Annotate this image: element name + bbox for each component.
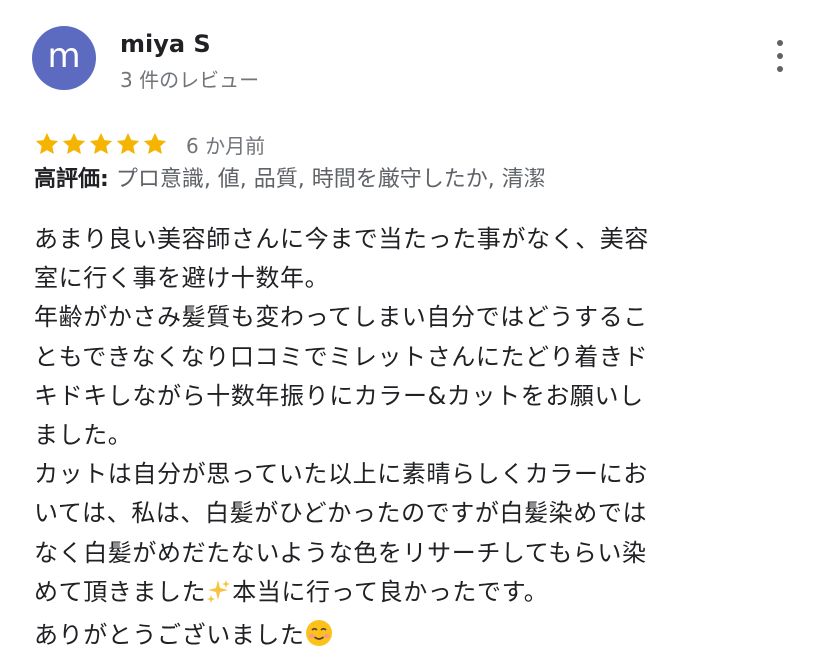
review-card: m miya S 3 件のレビュー 6 か月前 高評価: プロ意識, 値, 品質… (0, 0, 828, 662)
review-text-line: 年齢がかさみ髪質も変わってしまい自分ではどうするこ (34, 303, 648, 332)
review-text-line: なく白髪がめだたないような色をリサーチしてもらい染 (34, 538, 647, 567)
review-text-line: ました。 (34, 421, 133, 450)
star-icon (35, 132, 59, 154)
more-vert-icon (777, 40, 783, 46)
review-text: あまり良い美容師さんに今まで当たった事がなく、美容 室に行く事を避け十数年。 年… (34, 220, 744, 659)
star-icon (89, 132, 113, 154)
highlights-value: プロ意識, 値, 品質, 時間を厳守したか, 清潔 (115, 167, 546, 192)
review-text-segment: めて頂きました (34, 577, 207, 606)
review-text-line: いては、私は、白髪がひどかったのですが白髪染めでは (34, 499, 648, 528)
review-text-line: ともできなくなり口コミでミレットさんにたどり着きド (34, 342, 649, 371)
star-rating (34, 131, 168, 157)
review-text-line: 室に行く事を避け十数年。 (34, 264, 330, 293)
review-highlights: 高評価: プロ意識, 値, 品質, 時間を厳守したか, 清潔 (34, 164, 546, 196)
star-icon (62, 132, 86, 154)
smiling-face-icon (305, 619, 333, 659)
star-icon (143, 132, 167, 154)
more-options-button[interactable] (766, 38, 794, 74)
review-text-line: ありがとうございました (34, 616, 744, 659)
highlights-label: 高評価: (34, 167, 109, 192)
rating-row: 6 か月前 (34, 128, 265, 160)
review-text-line: めて頂きました 本当に行って良かったです。 (34, 573, 744, 616)
review-count: 3 件のレビュー (120, 68, 260, 92)
star-icon (116, 132, 140, 154)
review-text-line: カットは自分が思っていた以上に素晴らしくカラーにお (34, 460, 648, 489)
sparkles-icon (206, 577, 232, 616)
author-name[interactable]: miya S (120, 30, 211, 58)
review-text-segment: ありがとうございました (34, 621, 305, 650)
avatar[interactable]: m (32, 26, 96, 90)
review-text-line: キドキしながら十数年振りにカラー&カットをお願いし (34, 381, 644, 410)
review-text-segment: 本当に行って良かったです。 (232, 577, 549, 606)
avatar-letter: m (47, 36, 81, 76)
review-date: 6 か月前 (186, 133, 266, 158)
review-text-line: あまり良い美容師さんに今まで当たった事がなく、美容 (34, 225, 649, 253)
